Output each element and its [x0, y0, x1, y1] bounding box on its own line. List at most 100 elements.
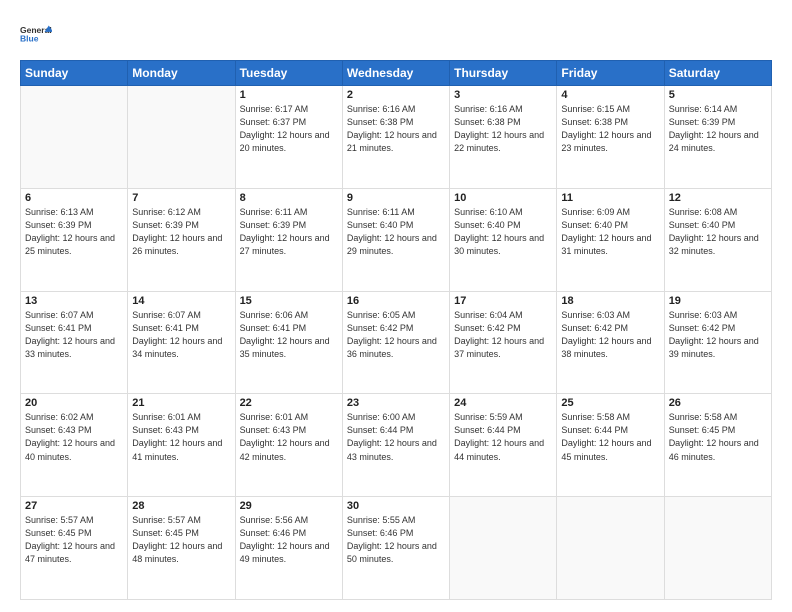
- col-header-saturday: Saturday: [664, 61, 771, 86]
- day-info: Sunrise: 6:04 AMSunset: 6:42 PMDaylight:…: [454, 309, 552, 361]
- day-number: 20: [25, 397, 123, 409]
- day-info: Sunrise: 6:11 AMSunset: 6:40 PMDaylight:…: [347, 206, 445, 258]
- day-number: 30: [347, 500, 445, 512]
- calendar-table: SundayMondayTuesdayWednesdayThursdayFrid…: [20, 60, 772, 600]
- calendar-cell: 26 Sunrise: 5:58 AMSunset: 6:45 PMDayligh…: [664, 394, 771, 497]
- day-info: Sunrise: 6:14 AMSunset: 6:39 PMDaylight:…: [669, 103, 767, 155]
- calendar-cell: [21, 86, 128, 189]
- calendar-cell: [450, 497, 557, 600]
- day-info: Sunrise: 5:57 AMSunset: 6:45 PMDaylight:…: [25, 514, 123, 566]
- day-info: Sunrise: 6:01 AMSunset: 6:43 PMDaylight:…: [240, 411, 338, 463]
- col-header-thursday: Thursday: [450, 61, 557, 86]
- day-number: 25: [561, 397, 659, 409]
- day-info: Sunrise: 6:12 AMSunset: 6:39 PMDaylight:…: [132, 206, 230, 258]
- day-number: 7: [132, 192, 230, 204]
- day-number: 11: [561, 192, 659, 204]
- calendar-cell: 18 Sunrise: 6:03 AMSunset: 6:42 PMDayligh…: [557, 291, 664, 394]
- day-info: Sunrise: 5:56 AMSunset: 6:46 PMDaylight:…: [240, 514, 338, 566]
- day-info: Sunrise: 5:57 AMSunset: 6:45 PMDaylight:…: [132, 514, 230, 566]
- svg-text:Blue: Blue: [20, 33, 39, 43]
- page: General Blue SundayMondayTuesdayWednesda…: [0, 0, 792, 612]
- day-number: 13: [25, 295, 123, 307]
- calendar-cell: 30Sunrise: 5:55 AMSunset: 6:46 PMDayligh…: [342, 497, 449, 600]
- day-number: 1: [240, 89, 338, 101]
- calendar-cell: 11 Sunrise: 6:09 AMSunset: 6:40 PMDayligh…: [557, 188, 664, 291]
- col-header-monday: Monday: [128, 61, 235, 86]
- day-number: 14: [132, 295, 230, 307]
- day-number: 27: [25, 500, 123, 512]
- calendar-cell: 4 Sunrise: 6:15 AMSunset: 6:38 PMDaylight…: [557, 86, 664, 189]
- day-number: 18: [561, 295, 659, 307]
- col-header-tuesday: Tuesday: [235, 61, 342, 86]
- calendar-cell: 7 Sunrise: 6:12 AMSunset: 6:39 PMDaylight…: [128, 188, 235, 291]
- calendar-cell: 25 Sunrise: 5:58 AMSunset: 6:44 PMDayligh…: [557, 394, 664, 497]
- day-number: 23: [347, 397, 445, 409]
- calendar-cell: [557, 497, 664, 600]
- day-number: 4: [561, 89, 659, 101]
- day-number: 22: [240, 397, 338, 409]
- calendar-cell: 10 Sunrise: 6:10 AMSunset: 6:40 PMDayligh…: [450, 188, 557, 291]
- logo: General Blue: [20, 18, 52, 50]
- day-info: Sunrise: 6:15 AMSunset: 6:38 PMDaylight:…: [561, 103, 659, 155]
- week-row-1: 1Sunrise: 6:17 AMSunset: 6:37 PMDaylight…: [21, 86, 772, 189]
- calendar-cell: 12Sunrise: 6:08 AMSunset: 6:40 PMDayligh…: [664, 188, 771, 291]
- day-info: Sunrise: 5:58 AMSunset: 6:45 PMDaylight:…: [669, 411, 767, 463]
- day-info: Sunrise: 6:08 AMSunset: 6:40 PMDaylight:…: [669, 206, 767, 258]
- calendar-cell: 24 Sunrise: 5:59 AMSunset: 6:44 PMDayligh…: [450, 394, 557, 497]
- calendar-cell: [128, 86, 235, 189]
- day-info: Sunrise: 6:09 AMSunset: 6:40 PMDaylight:…: [561, 206, 659, 258]
- day-info: Sunrise: 6:03 AMSunset: 6:42 PMDaylight:…: [669, 309, 767, 361]
- day-number: 3: [454, 89, 552, 101]
- day-info: Sunrise: 6:01 AMSunset: 6:43 PMDaylight:…: [132, 411, 230, 463]
- day-info: Sunrise: 6:07 AMSunset: 6:41 PMDaylight:…: [132, 309, 230, 361]
- day-number: 10: [454, 192, 552, 204]
- day-number: 26: [669, 397, 767, 409]
- day-number: 2: [347, 89, 445, 101]
- day-number: 16: [347, 295, 445, 307]
- calendar-cell: 9 Sunrise: 6:11 AMSunset: 6:40 PMDaylight…: [342, 188, 449, 291]
- day-number: 5: [669, 89, 767, 101]
- calendar-cell: 27 Sunrise: 5:57 AMSunset: 6:45 PMDayligh…: [21, 497, 128, 600]
- calendar-cell: 1Sunrise: 6:17 AMSunset: 6:37 PMDaylight…: [235, 86, 342, 189]
- day-info: Sunrise: 6:10 AMSunset: 6:40 PMDaylight:…: [454, 206, 552, 258]
- calendar-cell: 19 Sunrise: 6:03 AMSunset: 6:42 PMDayligh…: [664, 291, 771, 394]
- day-info: Sunrise: 6:06 AMSunset: 6:41 PMDaylight:…: [240, 309, 338, 361]
- day-number: 15: [240, 295, 338, 307]
- col-header-friday: Friday: [557, 61, 664, 86]
- calendar-cell: 20 Sunrise: 6:02 AMSunset: 6:43 PMDayligh…: [21, 394, 128, 497]
- day-number: 6: [25, 192, 123, 204]
- calendar-header-row: SundayMondayTuesdayWednesdayThursdayFrid…: [21, 61, 772, 86]
- day-info: Sunrise: 6:00 AMSunset: 6:44 PMDaylight:…: [347, 411, 445, 463]
- day-info: Sunrise: 5:59 AMSunset: 6:44 PMDaylight:…: [454, 411, 552, 463]
- calendar-cell: 2 Sunrise: 6:16 AMSunset: 6:38 PMDaylight…: [342, 86, 449, 189]
- day-info: Sunrise: 6:11 AMSunset: 6:39 PMDaylight:…: [240, 206, 338, 258]
- day-number: 28: [132, 500, 230, 512]
- calendar-cell: 6Sunrise: 6:13 AMSunset: 6:39 PMDaylight…: [21, 188, 128, 291]
- day-number: 19: [669, 295, 767, 307]
- week-row-3: 13 Sunrise: 6:07 AMSunset: 6:41 PMDayligh…: [21, 291, 772, 394]
- day-number: 9: [347, 192, 445, 204]
- calendar-cell: 8 Sunrise: 6:11 AMSunset: 6:39 PMDaylight…: [235, 188, 342, 291]
- week-row-4: 20 Sunrise: 6:02 AMSunset: 6:43 PMDayligh…: [21, 394, 772, 497]
- day-number: 8: [240, 192, 338, 204]
- calendar-cell: 17 Sunrise: 6:04 AMSunset: 6:42 PMDayligh…: [450, 291, 557, 394]
- calendar-cell: 14 Sunrise: 6:07 AMSunset: 6:41 PMDayligh…: [128, 291, 235, 394]
- day-info: Sunrise: 6:16 AMSunset: 6:38 PMDaylight:…: [347, 103, 445, 155]
- logo-svg: General Blue: [20, 18, 52, 50]
- calendar-cell: 29 Sunrise: 5:56 AMSunset: 6:46 PMDayligh…: [235, 497, 342, 600]
- day-info: Sunrise: 6:02 AMSunset: 6:43 PMDaylight:…: [25, 411, 123, 463]
- calendar-cell: 5 Sunrise: 6:14 AMSunset: 6:39 PMDaylight…: [664, 86, 771, 189]
- calendar-cell: 16Sunrise: 6:05 AMSunset: 6:42 PMDayligh…: [342, 291, 449, 394]
- day-info: Sunrise: 6:03 AMSunset: 6:42 PMDaylight:…: [561, 309, 659, 361]
- calendar-cell: 21 Sunrise: 6:01 AMSunset: 6:43 PMDayligh…: [128, 394, 235, 497]
- day-number: 21: [132, 397, 230, 409]
- col-header-sunday: Sunday: [21, 61, 128, 86]
- col-header-wednesday: Wednesday: [342, 61, 449, 86]
- calendar-cell: 22 Sunrise: 6:01 AMSunset: 6:43 PMDayligh…: [235, 394, 342, 497]
- header: General Blue: [20, 18, 772, 50]
- day-number: 17: [454, 295, 552, 307]
- calendar-cell: 15 Sunrise: 6:06 AMSunset: 6:41 PMDayligh…: [235, 291, 342, 394]
- day-number: 29: [240, 500, 338, 512]
- day-number: 24: [454, 397, 552, 409]
- day-info: Sunrise: 5:58 AMSunset: 6:44 PMDaylight:…: [561, 411, 659, 463]
